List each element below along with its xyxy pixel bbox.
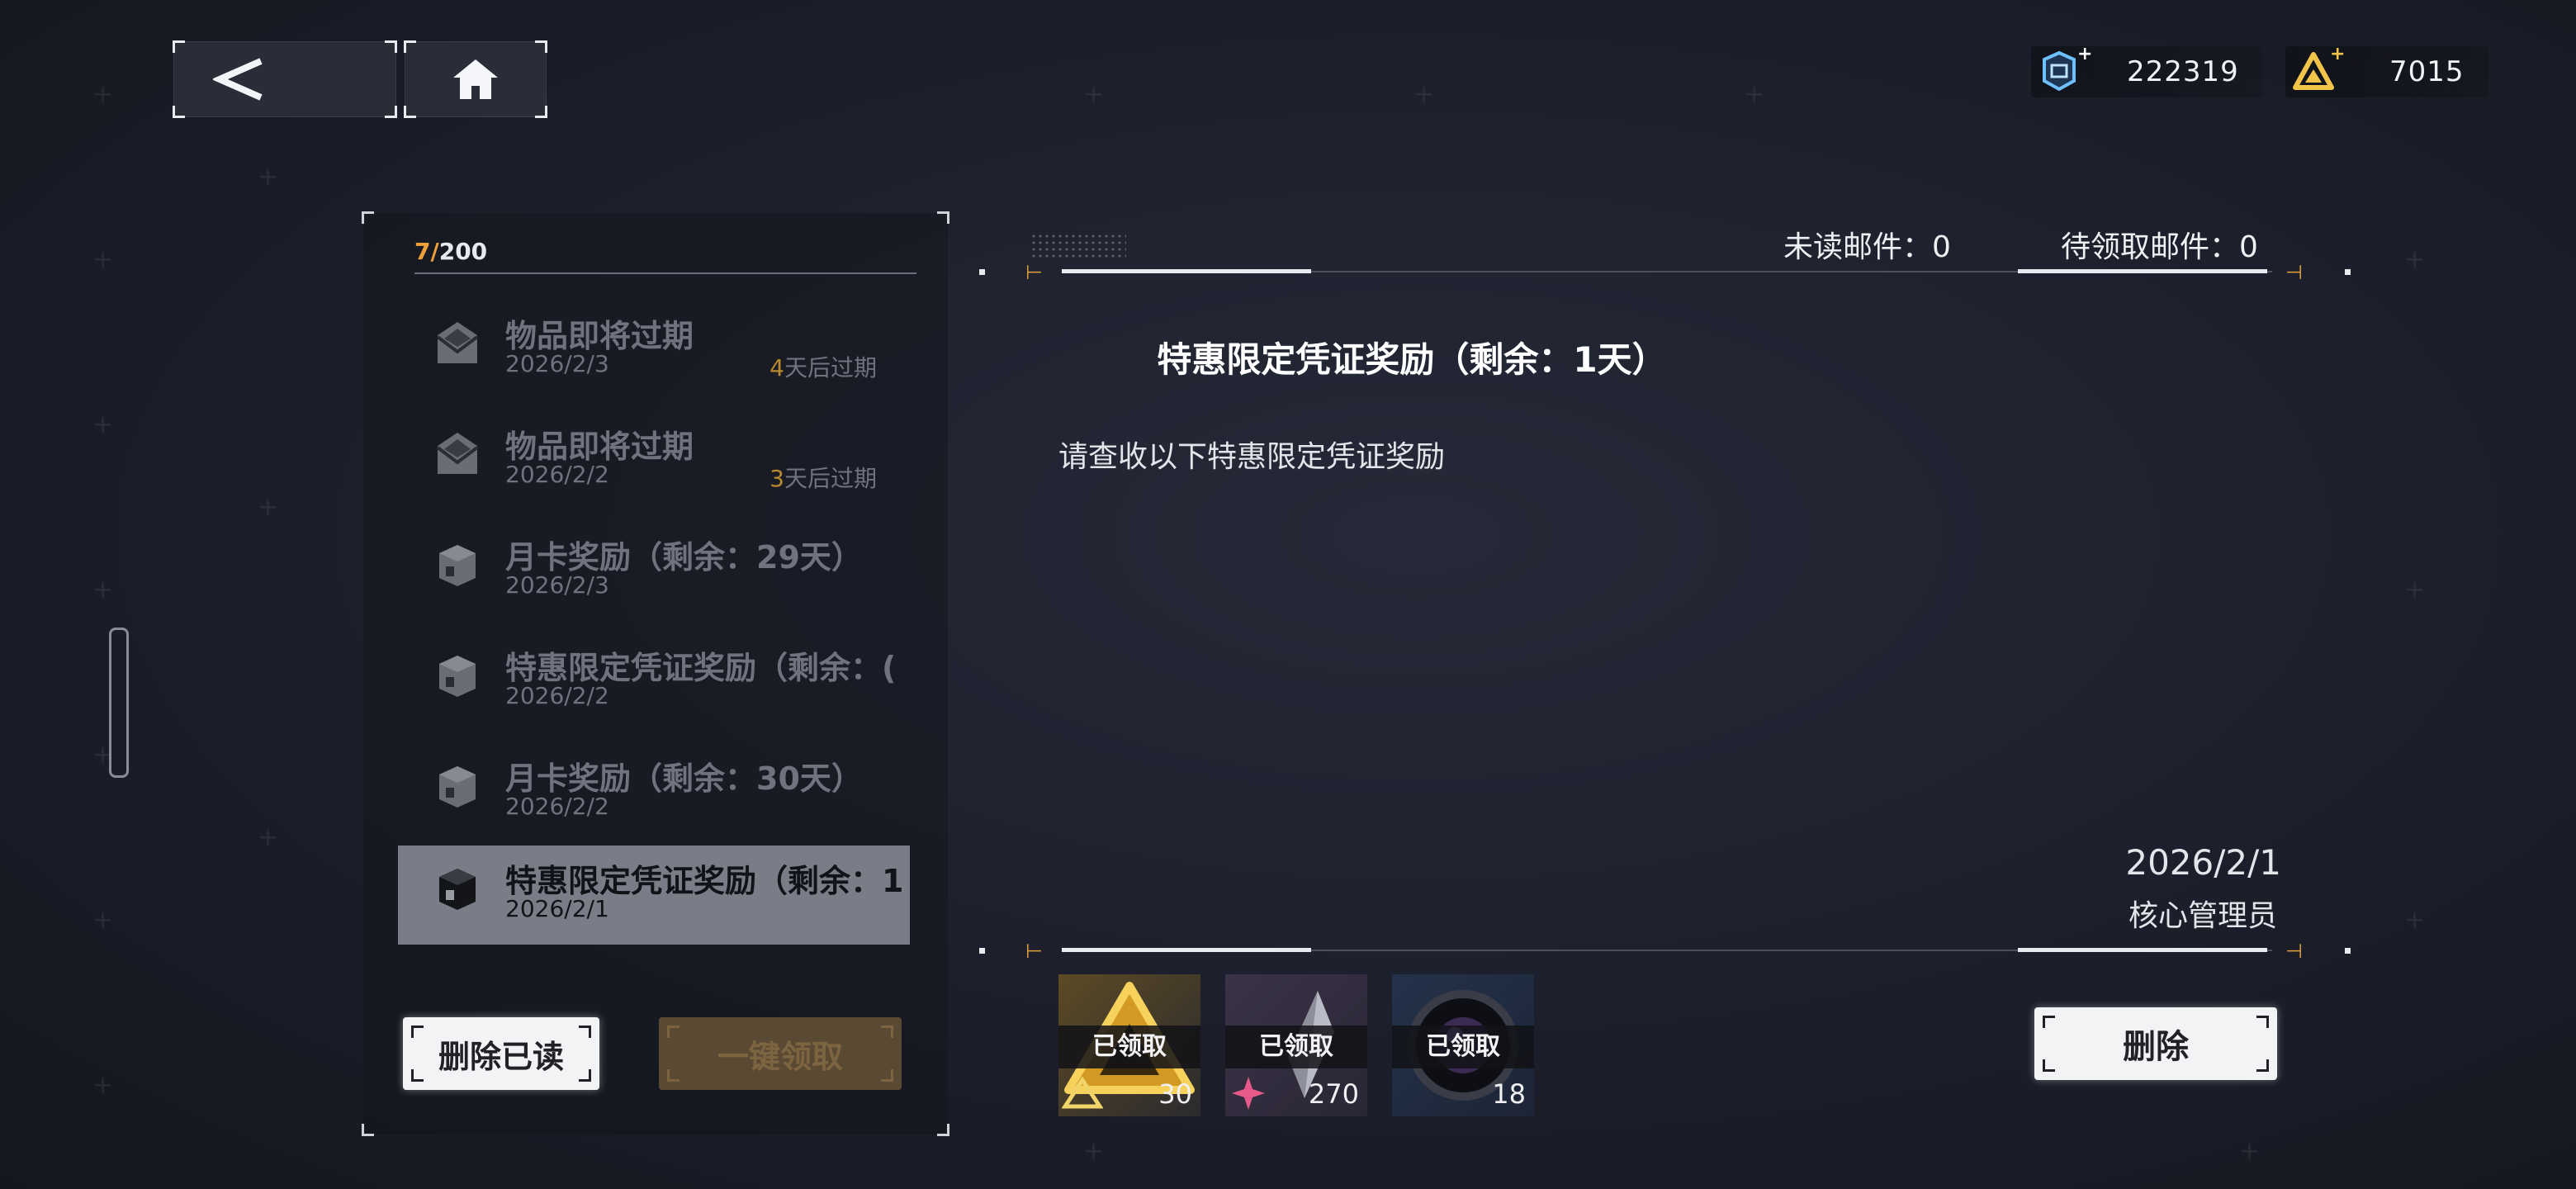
- envelope-icon: [436, 322, 479, 363]
- mail-list-item[interactable]: 特惠限定凭证奖励（剩余：( 2026/2/2: [398, 632, 910, 732]
- credit-chip-icon: +: [2043, 45, 2092, 92]
- triangle-gem-icon: +: [2293, 45, 2345, 90]
- pending-count: 待领取邮件：0: [2061, 230, 2258, 264]
- credits-value: 222319: [2127, 55, 2239, 88]
- envelope-icon: [436, 433, 479, 474]
- expire-notice: 4天后过期: [769, 354, 877, 381]
- claim-all-button[interactable]: 一键领取: [659, 1017, 902, 1090]
- delete-read-button[interactable]: 删除已读: [403, 1017, 599, 1090]
- reward-item[interactable]: 已领取 30: [1058, 974, 1200, 1116]
- mail-title: 特惠限定凭证奖励（剩余：1天）: [1157, 339, 1667, 380]
- mail-list-item[interactable]: 物品即将过期 2026/2/2 3天后过期: [398, 411, 910, 510]
- mail-date: 2026/2/1: [2125, 842, 2281, 883]
- mail-count: 7/200: [414, 238, 488, 265]
- reward-item[interactable]: 已领取 270: [1225, 974, 1367, 1116]
- mail-sender: 核心管理员: [2128, 899, 2277, 933]
- home-icon: [453, 59, 498, 99]
- delete-button[interactable]: 删除: [2034, 1007, 2277, 1080]
- gems-value: 7015: [2389, 55, 2465, 88]
- svg-text:+: +: [2077, 45, 2092, 64]
- currency-gems[interactable]: + 7015: [2285, 45, 2488, 97]
- package-icon: [439, 766, 476, 808]
- svg-text:+: +: [2330, 45, 2345, 64]
- side-scroll-handle[interactable]: [109, 628, 129, 778]
- mail-list-item[interactable]: 月卡奖励（剩余：29天） 2026/2/3: [398, 522, 910, 621]
- home-button[interactable]: [404, 40, 547, 118]
- back-button[interactable]: [173, 40, 397, 118]
- mail-list-panel: 7/200 物品即将过期 2026/2/3 4天后过期 物品即将过期 2026/…: [362, 211, 949, 1136]
- star-badge-icon: [1232, 1077, 1265, 1110]
- unread-count: 未读邮件：0: [1783, 230, 1951, 264]
- expire-notice: 3天后过期: [769, 465, 877, 492]
- package-icon: [439, 869, 476, 910]
- package-icon: [439, 656, 476, 697]
- package-icon: [439, 545, 476, 586]
- mail-body: 请查收以下特惠限定凭证奖励: [1058, 440, 1446, 474]
- divider: [414, 272, 916, 274]
- back-arrow-icon: [213, 58, 263, 101]
- mail-list-item[interactable]: 月卡奖励（剩余：30天） 2026/2/2: [398, 743, 910, 842]
- reward-item[interactable]: 已领取 18: [1392, 974, 1534, 1116]
- mail-list-item-selected[interactable]: 特惠限定凭证奖励（剩余：1 2026/2/1: [398, 846, 910, 945]
- triangle-badge-icon: [1062, 1077, 1103, 1109]
- mail-list-item[interactable]: 物品即将过期 2026/2/3 4天后过期: [398, 301, 910, 400]
- currency-credits[interactable]: + 222319: [2031, 45, 2262, 97]
